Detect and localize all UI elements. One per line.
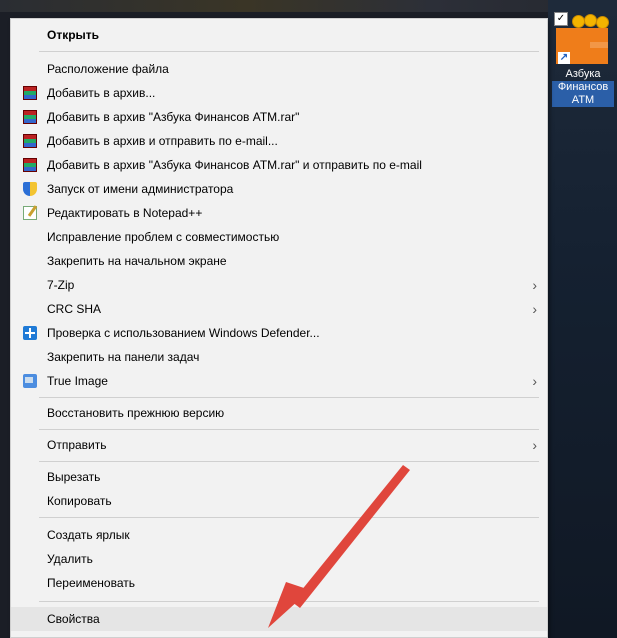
menu-item-send-to[interactable]: Отправить ›	[11, 433, 547, 457]
menu-item-cut[interactable]: Вырезать	[11, 465, 547, 489]
desktop-background-strip	[0, 0, 617, 12]
menu-item-open[interactable]: Открыть	[11, 23, 547, 47]
menu-item-troubleshoot-compat[interactable]: Исправление проблем с совместимостью	[11, 225, 547, 249]
windows-defender-icon	[23, 326, 37, 340]
notepadpp-icon	[23, 206, 37, 220]
chevron-right-icon: ›	[532, 437, 537, 453]
menu-separator	[39, 51, 539, 52]
menu-item-properties[interactable]: Свойства	[11, 607, 547, 631]
uac-shield-icon	[23, 182, 37, 196]
menu-item-run-as-admin[interactable]: Запуск от имени администратора	[11, 177, 547, 201]
menu-item-7zip[interactable]: 7-Zip ›	[11, 273, 547, 297]
shortcut-label: Азбука Финансов ATM	[552, 68, 614, 107]
menu-item-pin-to-start[interactable]: Закрепить на начальном экране	[11, 249, 547, 273]
menu-item-add-to-named-archive-email[interactable]: Добавить в архив "Азбука Финансов ATM.ra…	[11, 153, 547, 177]
menu-item-defender-scan[interactable]: Проверка с использованием Windows Defend…	[11, 321, 547, 345]
chevron-right-icon: ›	[532, 301, 537, 317]
menu-item-edit-notepadpp[interactable]: Редактировать в Notepad++	[11, 201, 547, 225]
menu-item-restore-previous[interactable]: Восстановить прежнюю версию	[11, 401, 547, 425]
menu-item-create-shortcut[interactable]: Создать ярлык	[11, 523, 547, 547]
menu-item-add-to-archive[interactable]: Добавить в архив...	[11, 81, 547, 105]
winrar-icon	[23, 110, 37, 124]
menu-item-true-image[interactable]: True Image ›	[11, 369, 547, 393]
menu-item-rename[interactable]: Переименовать	[11, 571, 547, 595]
winrar-icon	[23, 134, 37, 148]
menu-separator	[39, 461, 539, 462]
selection-checkbox-icon[interactable]: ✓	[554, 12, 568, 26]
chevron-right-icon: ›	[532, 277, 537, 293]
menu-separator	[39, 397, 539, 398]
context-menu: Открыть Расположение файла Добавить в ар…	[10, 18, 548, 638]
menu-item-add-to-named-archive[interactable]: Добавить в архив "Азбука Финансов ATM.ra…	[11, 105, 547, 129]
chevron-right-icon: ›	[532, 373, 537, 389]
menu-separator	[39, 601, 539, 602]
menu-item-file-location[interactable]: Расположение файла	[11, 57, 547, 81]
coins-icon	[572, 14, 612, 29]
menu-item-pin-to-taskbar[interactable]: Закрепить на панели задач	[11, 345, 547, 369]
true-image-icon	[23, 374, 37, 388]
winrar-icon	[23, 86, 37, 100]
desktop-shortcut-azbuka[interactable]: ✓ ↗ Азбука Финансов ATM	[552, 12, 614, 122]
menu-separator	[39, 429, 539, 430]
menu-separator	[39, 517, 539, 518]
shortcut-arrow-icon: ↗	[558, 52, 570, 64]
winrar-icon	[23, 158, 37, 172]
menu-item-delete[interactable]: Удалить	[11, 547, 547, 571]
menu-item-copy[interactable]: Копировать	[11, 489, 547, 513]
menu-item-add-to-archive-email[interactable]: Добавить в архив и отправить по e-mail..…	[11, 129, 547, 153]
menu-item-crc-sha[interactable]: CRC SHA ›	[11, 297, 547, 321]
